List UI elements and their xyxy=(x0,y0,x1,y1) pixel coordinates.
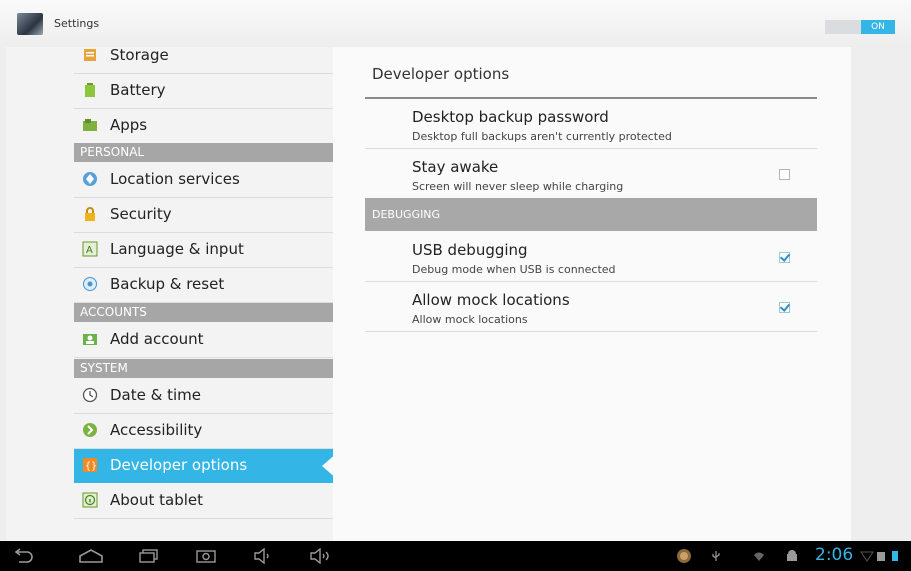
sidebar-item-label: Backup & reset xyxy=(110,275,225,293)
svg-text:A: A xyxy=(86,245,93,256)
accessibility-icon xyxy=(83,423,97,437)
mock-locations-checkbox[interactable] xyxy=(779,302,790,313)
toggle-on-label: ON xyxy=(861,20,895,34)
usb-debugging-checkbox[interactable] xyxy=(779,252,790,263)
system-bar: 2:06 xyxy=(0,541,911,571)
sidebar-header-accounts: ACCOUNTS xyxy=(74,303,333,322)
language-icon: A xyxy=(82,241,98,257)
pref-desktop-backup-password[interactable]: Desktop backup password Desktop full bac… xyxy=(365,99,817,149)
screenshot-icon[interactable] xyxy=(195,548,217,564)
sidebar-item-apps[interactable]: Apps xyxy=(74,109,333,144)
pref-summary: Allow mock locations xyxy=(412,313,528,326)
action-bar: Settings ON xyxy=(0,0,911,53)
sidebar-item-date-time[interactable]: Date & time xyxy=(74,379,333,414)
apps-icon xyxy=(83,119,97,131)
location-icon xyxy=(83,172,97,186)
lock-icon xyxy=(85,207,95,221)
signal-icon xyxy=(860,551,874,562)
app-title: Settings xyxy=(54,17,100,30)
master-toggle[interactable]: ON xyxy=(825,20,895,34)
pref-allow-mock-locations[interactable]: Allow mock locations Allow mock location… xyxy=(365,282,817,332)
page-title: Developer options xyxy=(372,65,510,83)
sidebar-item-battery[interactable]: Battery xyxy=(74,74,333,109)
sidebar-header-system: SYSTEM xyxy=(74,359,333,378)
pref-usb-debugging[interactable]: USB debugging Debug mode when USB is con… xyxy=(365,232,817,282)
volume-down-icon[interactable] xyxy=(253,548,273,564)
add-account-icon xyxy=(83,334,97,345)
pref-summary: Screen will never sleep while charging xyxy=(412,180,624,193)
battery-icon xyxy=(85,83,95,97)
pref-title: Stay awake xyxy=(412,158,499,176)
sidebar-item-backup[interactable]: Backup & reset xyxy=(74,268,333,303)
stay-awake-checkbox[interactable] xyxy=(779,169,790,180)
usb-icon xyxy=(712,551,720,561)
developer-options-pane: Developer options Desktop backup passwor… xyxy=(333,47,851,541)
sidebar-item-add-account[interactable]: Add account xyxy=(74,323,333,358)
section-header-debugging: DEBUGGING xyxy=(365,198,817,231)
sidebar-item-label: Accessibility xyxy=(110,421,203,439)
sidebar-item-developer-options[interactable]: {} Developer options xyxy=(74,449,333,483)
sidebar-item-label: About tablet xyxy=(110,491,203,509)
sidebar-item-label: Security xyxy=(110,205,172,223)
sidebar-item-about[interactable]: About tablet xyxy=(74,484,333,519)
selection-pointer xyxy=(322,452,333,480)
pref-title: Desktop backup password xyxy=(412,108,609,126)
battery-status-icon xyxy=(892,551,898,561)
android-debug-icon xyxy=(787,550,797,561)
developer-icon: {} xyxy=(83,458,97,472)
sidebar-item-language[interactable]: A Language & input xyxy=(74,233,333,268)
sidebar-item-label: Apps xyxy=(110,116,148,134)
sidebar-item-label: Date & time xyxy=(110,386,201,404)
sidebar-item-storage[interactable]: Storage xyxy=(74,47,333,74)
settings-app-icon[interactable] xyxy=(17,13,43,35)
sidebar-header-personal: PERSONAL xyxy=(74,143,333,162)
sidebar-item-label: Battery xyxy=(110,81,166,99)
pref-stay-awake[interactable]: Stay awake Screen will never sleep while… xyxy=(365,149,817,199)
pref-summary: Debug mode when USB is connected xyxy=(412,263,616,276)
wifi-icon xyxy=(754,552,764,561)
sidebar-item-label: Language & input xyxy=(110,240,244,258)
status-clock[interactable]: 2:06 xyxy=(815,545,853,565)
sidebar-item-label: Developer options xyxy=(110,456,248,474)
recent-apps-icon[interactable] xyxy=(138,548,160,564)
pref-title: Allow mock locations xyxy=(412,291,570,309)
backup-icon xyxy=(83,277,97,291)
clock-icon xyxy=(82,387,98,403)
sidebar-item-label: Storage xyxy=(110,47,169,64)
back-icon[interactable] xyxy=(13,548,35,564)
volume-up-icon[interactable] xyxy=(309,548,333,564)
sidebar-item-label: Add account xyxy=(110,330,204,348)
storage-icon xyxy=(84,49,96,61)
sidebar-item-accessibility[interactable]: Accessibility xyxy=(74,414,333,449)
home-icon[interactable] xyxy=(78,548,104,564)
lock-status-icon xyxy=(877,552,885,561)
svg-text:{}: {} xyxy=(85,461,97,472)
sidebar-item-label: Location services xyxy=(110,170,240,188)
settings-sidebar: Storage Battery Apps PERSONAL Location s… xyxy=(6,47,333,541)
sidebar-item-location[interactable]: Location services xyxy=(74,163,333,198)
info-icon xyxy=(82,492,98,508)
pref-summary: Desktop full backups aren't currently pr… xyxy=(412,130,672,143)
right-margin xyxy=(851,47,911,541)
pref-title: USB debugging xyxy=(412,241,528,259)
sidebar-item-security[interactable]: Security xyxy=(74,198,333,233)
app-notification-icon[interactable] xyxy=(676,548,692,564)
